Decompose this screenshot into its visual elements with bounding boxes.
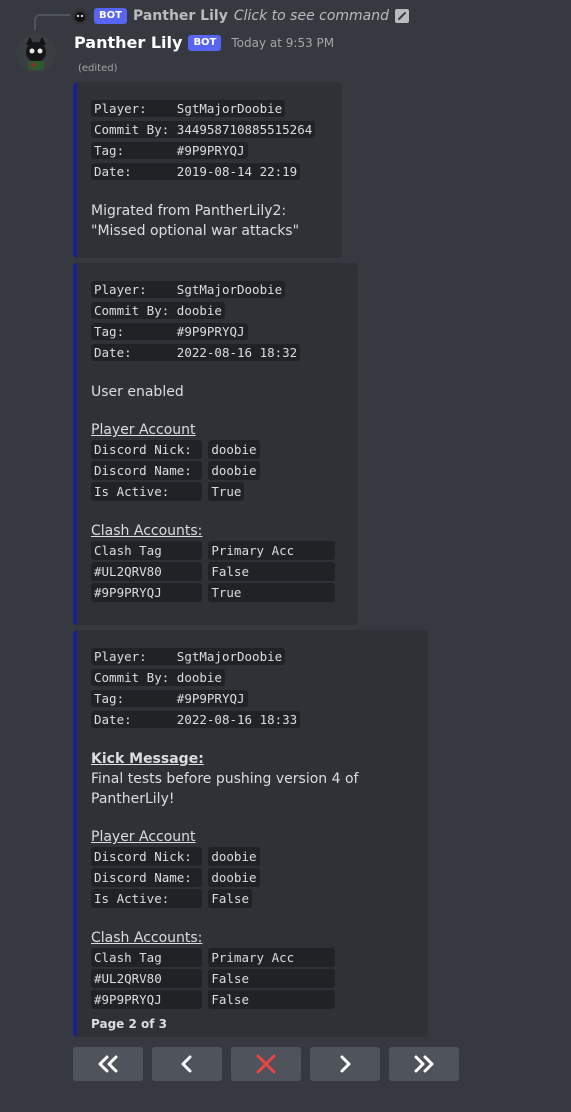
player-account-table: Discord Nick: doobie Discord Name: doobi… [91,847,414,910]
next-page-button[interactable] [310,1047,380,1081]
reply-spine [34,14,70,30]
table-cell: Is Active: [91,889,203,908]
info-fields: Player: SgtMajorDoobie Commit By: 344958… [91,99,316,183]
reply-bot-tag: BOT [94,8,127,24]
field-line: Player: SgtMajorDoobie [91,281,286,298]
table-cell: False [208,562,335,581]
double-chevron-left-icon [98,1055,118,1073]
slash-command-icon [395,9,410,23]
last-page-button[interactable] [389,1047,459,1081]
table-cell: doobie [208,440,260,459]
edited-label: (edited) [78,63,118,74]
previous-page-button[interactable] [152,1047,222,1081]
clash-accounts-table: Clash Tag Primary Acc #UL2QRV80 False #9… [91,948,414,1011]
double-chevron-right-icon [414,1055,434,1073]
reply-author-name[interactable]: Panther Lily [133,8,228,24]
reply-reference[interactable]: BOT Panther Lily Click to see command [72,6,410,26]
field-line: Commit By: 344958710885515264 [91,121,316,138]
table-cell: doobie [208,868,260,887]
reply-command-link[interactable]: Click to see command [234,8,389,24]
embed-3: Player: SgtMajorDoobie Commit By: doobie… [73,630,428,1037]
kick-message-title: Kick Message: [91,751,204,767]
player-account-title: Player Account [91,422,196,438]
table-cell: #UL2QRV80 [91,969,203,988]
table-cell: Discord Name: [91,461,203,480]
table-cell: #9P9PRYQJ [91,583,203,602]
table-cell: Discord Nick: [91,847,203,866]
table-cell: #9P9PRYQJ [91,990,203,1009]
author-name[interactable]: Panther Lily [74,33,182,52]
table-cell: #UL2QRV80 [91,562,203,581]
table-header: Primary Acc [208,948,335,967]
embed-2: Player: SgtMajorDoobie Commit By: doobie… [73,263,358,625]
clash-accounts-table: Clash Tag Primary Acc #UL2QRV80 False #9… [91,541,344,604]
close-button[interactable] [231,1047,301,1081]
player-account-table: Discord Nick: doobie Discord Name: doobi… [91,440,344,503]
table-cell: Is Active: [91,482,203,501]
note-line: "Missed optional war attacks" [91,223,300,239]
table-cell: True [208,482,245,501]
field-line: Player: SgtMajorDoobie [91,100,286,117]
pagination-buttons [73,1047,459,1081]
player-account-title: Player Account [91,829,196,845]
note-line: Migrated from PantherLily2: [91,203,287,219]
page-indicator: Page 2 of 3 [91,1017,167,1031]
clash-accounts-title: Clash Accounts: [91,930,203,946]
table-header: Clash Tag [91,541,203,560]
table-cell: True [208,583,335,602]
kick-message-text: Final tests before pushing version 4 of … [91,771,359,807]
field-line: Tag: #9P9PRYQJ [91,323,248,340]
message-header: Panther Lily BOT Today at 9:53 PM [74,33,334,52]
field-line: Date: 2022-08-16 18:32 [91,344,301,361]
note-text: User enabled [91,384,184,400]
table-cell: doobie [208,847,260,866]
table-cell: Discord Name: [91,868,203,887]
table-header: Primary Acc [208,541,335,560]
timestamp[interactable]: Today at 9:53 PM [231,36,334,50]
embed-1: Player: SgtMajorDoobie Commit By: 344958… [73,82,342,258]
field-line: Date: 2022-08-16 18:33 [91,711,301,728]
table-cell: False [208,990,335,1009]
field-line: Commit By: doobie [91,302,225,319]
field-line: Commit By: doobie [91,669,225,686]
field-line: Tag: #9P9PRYQJ [91,690,248,707]
info-fields: Player: SgtMajorDoobie Commit By: doobie… [91,280,301,364]
clash-accounts-title: Clash Accounts: [91,523,203,539]
table-cell: False [208,969,335,988]
avatar[interactable] [16,33,56,73]
first-page-button[interactable] [73,1047,143,1081]
close-icon [256,1054,276,1074]
table-cell: doobie [208,461,260,480]
table-cell: False [208,889,252,908]
field-line: Player: SgtMajorDoobie [91,648,286,665]
chevron-right-icon [340,1055,351,1073]
field-line: Date: 2019-08-14 22:19 [91,163,301,180]
field-line: Tag: #9P9PRYQJ [91,142,248,159]
table-header: Clash Tag [91,948,203,967]
table-cell: Discord Nick: [91,440,203,459]
reply-avatar [72,8,88,24]
chevron-left-icon [181,1055,192,1073]
info-fields: Player: SgtMajorDoobie Commit By: doobie… [91,647,301,731]
bot-tag: BOT [188,34,222,51]
